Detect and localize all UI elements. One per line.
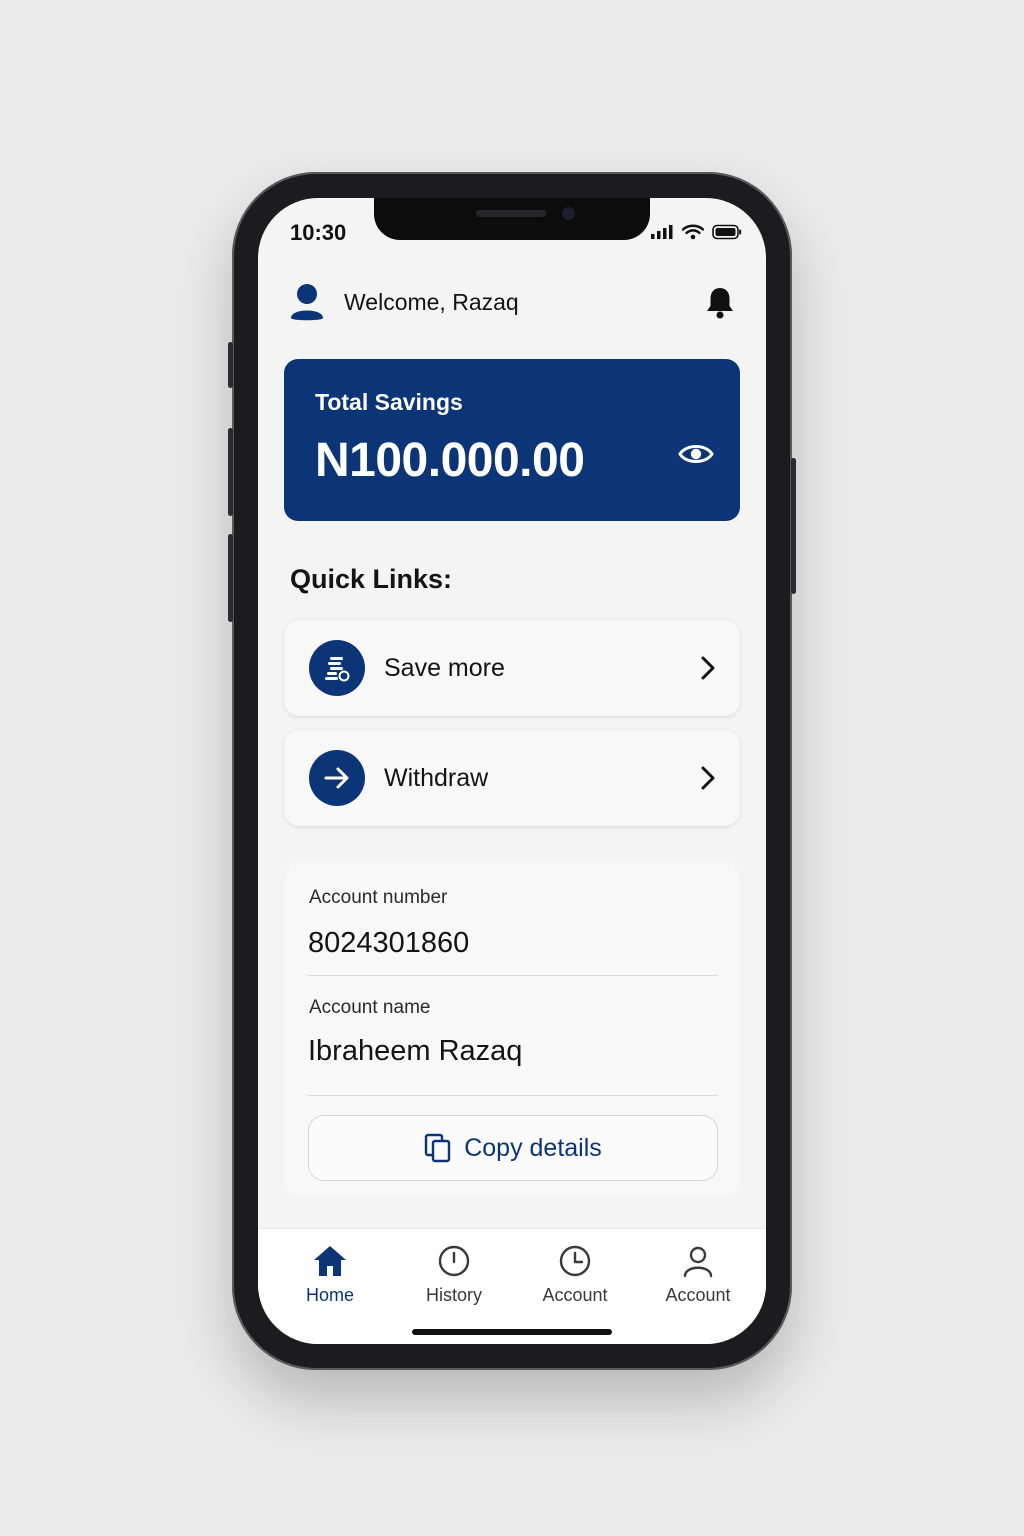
clock-icon	[559, 1245, 591, 1277]
user-icon	[683, 1246, 713, 1278]
eye-icon[interactable]	[678, 441, 714, 467]
status-time: 10:30	[290, 220, 347, 245]
nav-history-label: History	[425, 1285, 482, 1305]
screen: 10:30 Welcome, Razaq Total Savings N100.…	[258, 198, 766, 1344]
save-more-link[interactable]: Save more	[284, 620, 740, 716]
total-savings-card: Total Savings N100.000.00	[284, 359, 740, 521]
account-details-card: Account number 8024301860 Account name I…	[284, 861, 740, 1197]
volume-up-button	[228, 428, 233, 516]
account-number-label: Account number	[309, 887, 448, 908]
copy-icon	[425, 1133, 451, 1163]
nav-account-label: Account	[542, 1285, 608, 1305]
withdraw-link[interactable]: Withdraw	[284, 730, 740, 826]
account-name-label: Account name	[309, 997, 431, 1018]
home-indicator[interactable]	[412, 1329, 612, 1335]
coins-icon	[309, 640, 365, 696]
speaker	[476, 210, 546, 217]
home-icon	[314, 1246, 346, 1276]
bottom-nav: Home History Account Account	[258, 1228, 766, 1344]
nav-home[interactable]: Home	[275, 1241, 385, 1306]
user-avatar-icon[interactable]	[288, 282, 326, 322]
clock-icon	[438, 1245, 470, 1277]
quick-links-title: Quick Links:	[290, 564, 453, 594]
withdraw-label: Withdraw	[384, 763, 489, 792]
account-name-value: Ibraheem Razaq	[308, 1035, 523, 1067]
header: Welcome, Razaq	[288, 280, 736, 324]
notch	[374, 198, 650, 240]
nav-history[interactable]: History	[399, 1241, 509, 1306]
silent-switch	[228, 342, 233, 388]
account-number-value: 8024301860	[308, 927, 470, 959]
battery-icon	[712, 224, 742, 240]
nav-account[interactable]: Account	[520, 1241, 630, 1306]
status-icons	[650, 224, 742, 240]
nav-profile-label: Account	[665, 1285, 731, 1305]
total-savings-amount: N100.000.00	[315, 434, 585, 487]
wifi-icon	[682, 224, 704, 240]
volume-down-button	[228, 534, 233, 622]
save-more-label: Save more	[384, 653, 505, 682]
phone-frame: 10:30 Welcome, Razaq Total Savings N100.…	[228, 172, 796, 1370]
copy-details-button[interactable]: Copy details	[308, 1115, 718, 1181]
divider	[308, 1095, 718, 1096]
nav-home-label: Home	[305, 1285, 354, 1305]
nav-profile[interactable]: Account	[643, 1241, 753, 1306]
total-savings-label: Total Savings	[315, 389, 463, 415]
chevron-right-icon	[701, 766, 715, 790]
signal-icon	[651, 225, 673, 239]
bell-icon[interactable]	[704, 286, 736, 320]
copy-details-label: Copy details	[464, 1133, 602, 1162]
power-button	[791, 458, 796, 594]
divider	[308, 975, 718, 976]
welcome-text: Welcome, Razaq	[344, 288, 519, 315]
arrow-right-icon	[309, 750, 365, 806]
chevron-right-icon	[701, 656, 715, 680]
camera	[562, 207, 575, 220]
